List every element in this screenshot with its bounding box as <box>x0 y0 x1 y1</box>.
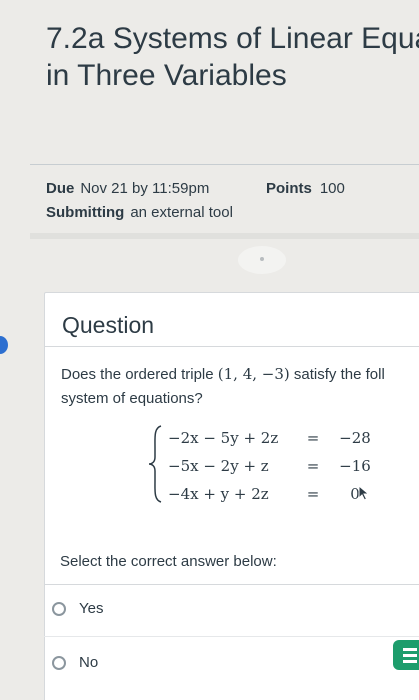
points-value: 100 <box>319 180 345 197</box>
answer-option-label: No <box>79 654 99 671</box>
assignment-title: 7.2a Systems of Linear Equat in Three Va… <box>46 20 419 94</box>
points-label: Points <box>266 180 312 197</box>
ordered-triple: (1, 4, −3) <box>217 365 290 383</box>
due-value: Nov 21 by 11:59pm <box>80 180 210 197</box>
divider <box>30 164 419 165</box>
answers-divider <box>44 584 419 585</box>
submitting-value: an external tool <box>130 204 233 221</box>
select-answer-label: Select the correct answer below: <box>60 553 277 570</box>
question-heading-divider <box>44 346 419 347</box>
answer-option-no[interactable]: No <box>52 654 98 671</box>
assignment-page: 7.2a Systems of Linear Equat in Three Va… <box>0 0 419 700</box>
points: Points 100 <box>266 180 345 197</box>
equals-sign: = <box>306 457 320 475</box>
content-divider <box>30 233 419 239</box>
equation-row: −2x − 5y + 2z = −28 <box>168 429 380 447</box>
question-text-suffix: satisfy the foll <box>289 366 385 383</box>
due-label: Due <box>46 180 75 197</box>
equals-sign: = <box>306 485 320 503</box>
equals-sign: = <box>306 429 320 447</box>
side-tab-button[interactable] <box>393 640 419 670</box>
equation-right: −28 <box>339 429 371 447</box>
equation-right: 0 <box>350 485 360 503</box>
equation-left: −5x − 2y + z <box>168 457 269 475</box>
resize-handle[interactable] <box>238 246 286 274</box>
radio-button-yes[interactable] <box>52 601 66 616</box>
radio-button-no[interactable] <box>52 655 66 670</box>
question-heading: Question <box>62 312 155 338</box>
equation-row: −4x + y + 2z = 0 <box>168 485 380 503</box>
mouse-pointer-icon <box>358 485 370 501</box>
equation-right: −16 <box>339 457 371 475</box>
equation-row: −5x − 2y + z = −16 <box>168 457 380 475</box>
assignment-title-line2: in Three Variables <box>46 59 287 92</box>
question-text-line2: system of equations? <box>61 390 203 407</box>
question-text: Does the ordered triple (1, 4, −3) satis… <box>61 362 419 411</box>
assignment-title-line1: 7.2a Systems of Linear Equat <box>46 22 419 55</box>
question-text-prefix: Does the ordered triple <box>61 366 218 383</box>
side-nav-button[interactable] <box>0 336 8 354</box>
due-date: Due Nov 21 by 11:59pm <box>46 180 209 197</box>
left-brace <box>148 425 162 503</box>
submitting-label: Submitting <box>46 204 125 221</box>
equation-left: −4x + y + 2z <box>168 485 269 503</box>
submission-type: Submitting an external tool <box>46 204 233 221</box>
menu-bars-icon <box>403 648 417 666</box>
answers-divider <box>44 636 419 637</box>
answer-option-yes[interactable]: Yes <box>52 600 103 617</box>
equation-left: −2x − 5y + 2z <box>168 429 279 447</box>
answer-option-label: Yes <box>79 600 104 617</box>
